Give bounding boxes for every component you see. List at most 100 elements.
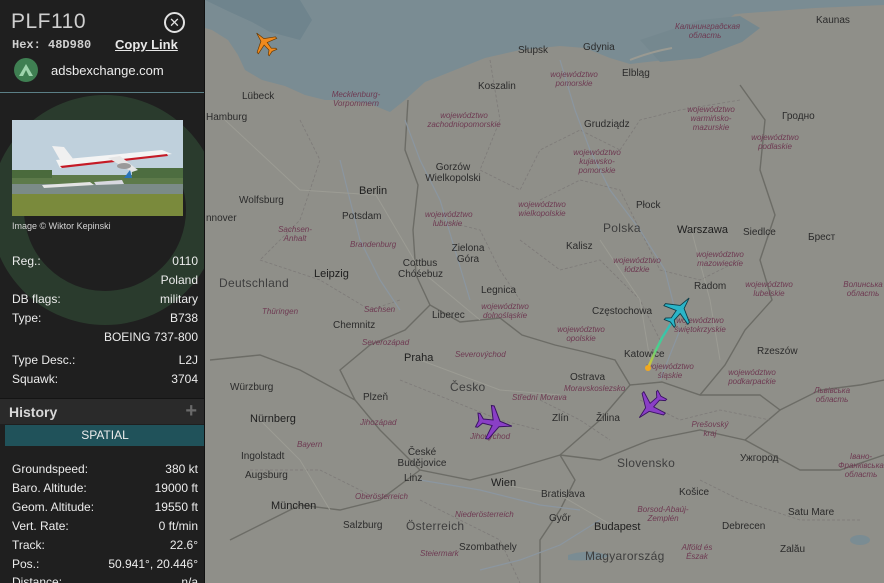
city-label: Katowice xyxy=(624,349,665,360)
city-label: České Budějovice xyxy=(397,447,447,469)
aircraft-icon[interactable] xyxy=(632,387,670,425)
city-label: Ужгород xyxy=(740,453,779,464)
region-label: województwo lubuskie xyxy=(425,210,473,228)
aircraft-icon[interactable] xyxy=(473,402,515,444)
tab-spatial[interactable]: SPATIAL xyxy=(5,425,204,446)
region-label: województwo zachodniopomorskie xyxy=(427,111,501,129)
region-label: Jihozápad xyxy=(360,418,397,427)
region-label: województwo pomorskie xyxy=(550,70,598,88)
spatial-key: Groundspeed: xyxy=(12,462,89,476)
city-label: Kalisz xyxy=(566,241,593,252)
detail-value: 0110 xyxy=(172,254,198,268)
aircraft-photo[interactable] xyxy=(12,120,183,216)
city-label: Grudziądz xyxy=(584,119,630,130)
region-label: województwo podkarpackie xyxy=(728,368,776,386)
detail-value: B738 xyxy=(169,311,198,325)
region-label: Borsod-Abaúj-Zemplén xyxy=(637,505,689,523)
aircraft-callsign: PLF110 xyxy=(11,10,86,33)
hex-value: 48D980 xyxy=(48,38,92,52)
city-label: Plzeň xyxy=(363,392,389,403)
adsb-logo-icon xyxy=(14,58,38,82)
detail-value: 3704 xyxy=(171,372,198,386)
region-label: Mecklenburg-Vorpommern xyxy=(331,90,381,108)
city-label: Gorzów Wielkopolski xyxy=(425,162,481,184)
city-label: Elbląg xyxy=(622,68,650,79)
city-label: Bratislava xyxy=(541,489,585,500)
region-label: województwo lubelskie xyxy=(745,280,793,298)
region-label: Sachsen xyxy=(364,305,396,314)
region-label: Калининградская область xyxy=(675,22,741,40)
spatial-key: Vert. Rate: xyxy=(12,519,69,533)
city-label: Kaunas xyxy=(816,15,850,26)
detail-key: Squawk: xyxy=(12,372,59,386)
city-label: nnover xyxy=(206,213,237,224)
detail-value: L2J xyxy=(178,353,198,367)
country-label: Slovensko xyxy=(617,456,676,470)
spatial-value: 19550 ft xyxy=(154,500,198,514)
city-label: Ostrava xyxy=(570,372,606,383)
city-label: Satu Mare xyxy=(788,507,835,518)
region-label: województwo wielkopolskie xyxy=(518,200,566,218)
region-label: Niederösterreich xyxy=(455,510,514,519)
region-label: Sachsen-Anhalt xyxy=(278,225,312,243)
city-label: Wolfsburg xyxy=(239,195,284,206)
close-icon[interactable]: ✕ xyxy=(164,12,185,33)
history-section-header[interactable]: History + xyxy=(0,398,204,424)
region-label: Волинська область xyxy=(843,280,883,298)
city-label: Wien xyxy=(491,477,517,489)
city-label: Potsdam xyxy=(342,211,382,222)
region-label: Alföld és Észak xyxy=(681,543,713,561)
city-label: Ingolstadt xyxy=(241,451,285,462)
spatial-value: 380 kt xyxy=(165,462,198,476)
spatial-value: 50.941°, 20.446° xyxy=(108,557,198,571)
city-label: Rzeszów xyxy=(757,346,798,357)
copy-link-button[interactable]: Copy Link xyxy=(115,37,178,52)
city-label: Liberec xyxy=(432,310,465,321)
plus-icon[interactable]: + xyxy=(185,400,197,423)
city-label: Warszawa xyxy=(677,224,728,236)
detail-key: Type: xyxy=(12,311,42,325)
region-label: Oberösterreich xyxy=(355,492,408,501)
spatial-value: 22.6° xyxy=(169,538,198,552)
city-label: Zalău xyxy=(780,544,806,555)
region-label: Thüringen xyxy=(262,307,299,316)
photo-credit: Image © Wiktor Kepinski xyxy=(12,221,111,231)
selected-aircraft-icon[interactable] xyxy=(660,292,698,330)
city-label: Würzburg xyxy=(230,382,274,393)
city-label: Radom xyxy=(694,281,727,292)
detail-key: DB flags: xyxy=(12,292,61,306)
city-label: Płock xyxy=(636,200,661,211)
detail-key: Type Desc.: xyxy=(12,353,76,367)
hex-label: Hex: xyxy=(12,38,41,52)
spatial-value: 19000 ft xyxy=(154,481,198,495)
region-label: województwo śląskie xyxy=(646,362,694,380)
spatial-key: Baro. Altitude: xyxy=(12,481,87,495)
country-label: Polska xyxy=(603,221,641,235)
city-label: Częstochowa xyxy=(592,306,653,317)
region-label: Bayern xyxy=(297,440,323,449)
city-label: Berlin xyxy=(359,185,388,197)
region-label: Moravskoslezsko xyxy=(564,384,626,393)
spatial-value: 0 ft/min xyxy=(158,519,198,533)
region-label: Steiermark xyxy=(420,549,459,558)
detail-value: military xyxy=(160,292,198,306)
country-label: Česko xyxy=(450,380,486,394)
city-label: Cottbus Chóśebuz xyxy=(398,258,444,280)
detail-value: BOEING 737-800 xyxy=(103,330,198,344)
city-label: Gdynia xyxy=(583,42,615,53)
city-label: Zielona Góra xyxy=(451,243,485,265)
detail-key: Reg.: xyxy=(12,254,41,268)
city-label: Linz xyxy=(404,473,423,484)
city-label: Salzburg xyxy=(343,520,383,531)
city-label: Słupsk xyxy=(518,45,549,56)
city-label: Leipzig xyxy=(314,268,349,280)
aircraft-icon[interactable] xyxy=(250,28,280,58)
region-label: województwo dolnośląskie xyxy=(481,302,529,320)
region-label: województwo mazowieckie xyxy=(696,250,744,268)
spatial-key: Distance: xyxy=(12,575,63,583)
region-label: województwo łódzkie xyxy=(613,256,661,274)
region-label: Львівська область xyxy=(813,386,851,404)
adsb-exchange-window: Deutschland Polska Česko Slovensko Öster… xyxy=(0,0,884,583)
country-label: Magyarország xyxy=(585,549,665,563)
adsb-link[interactable]: adsbexchange.com xyxy=(14,58,164,82)
